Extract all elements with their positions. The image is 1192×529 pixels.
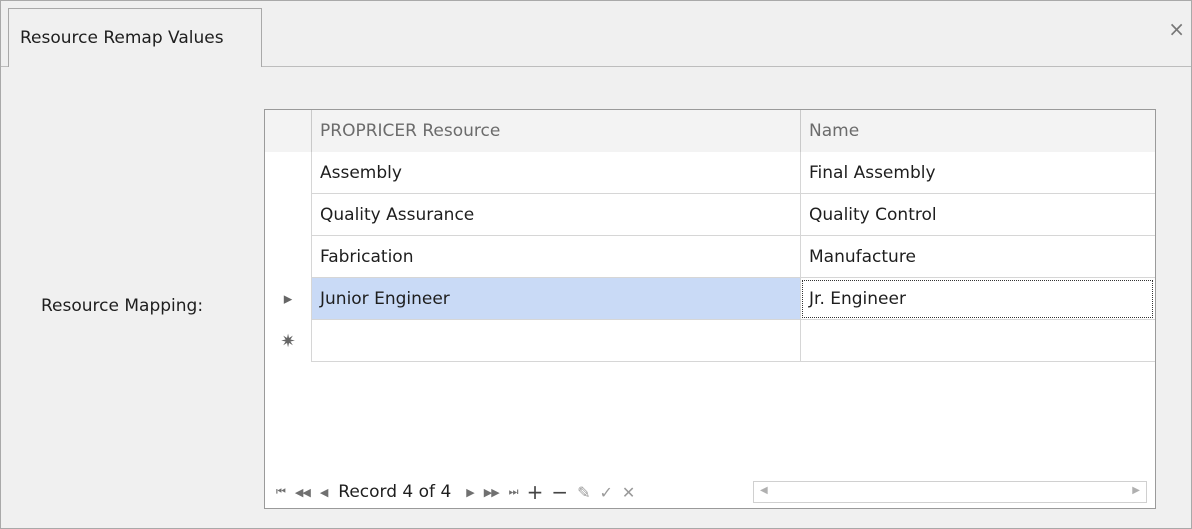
row-indicator [265,152,311,194]
tab-label: Resource Remap Values [20,28,224,48]
new-resource-cell[interactable] [311,320,800,362]
column-header-name[interactable]: Name [800,110,1155,152]
grid-header: PROPRICER Resource Name [265,110,1155,153]
table-row[interactable]: Assembly Final Assembly [265,152,1155,194]
prev-page-icon[interactable]: ◀◀ [290,486,315,499]
next-record-icon[interactable]: ▶ [461,486,478,499]
column-header-propricer-resource[interactable]: PROPRICER Resource [311,110,800,152]
new-row-star-icon: ✷ [265,320,311,362]
table-row[interactable]: Quality Assurance Quality Control [265,194,1155,236]
next-page-icon[interactable]: ▶▶ [479,486,504,499]
resource-remap-window: Resource Remap Values × Resource Mapping… [0,0,1192,529]
resource-cell[interactable]: Quality Assurance [311,194,800,236]
last-record-icon[interactable]: ⏭ [504,485,523,499]
name-cell[interactable]: Final Assembly [800,152,1155,194]
current-row-arrow-icon: ▸ [265,278,311,320]
first-record-icon[interactable]: ⏮ [271,485,290,499]
edit-pencil-icon[interactable]: ✎ [572,483,594,502]
horizontal-scrollbar[interactable]: ◀ ▶ [753,481,1147,503]
row-indicator [265,194,311,236]
table-row-current[interactable]: ▸ Junior Engineer Jr. Engineer [265,278,1155,320]
end-edit-check-icon[interactable]: ✓ [595,483,617,502]
new-item-row[interactable]: ✷ [265,320,1155,362]
table-row[interactable]: Fabrication Manufacture [265,236,1155,278]
prev-record-icon[interactable]: ◀ [315,486,332,499]
resource-mapping-label: Resource Mapping: [41,296,204,316]
resource-mapping-grid[interactable]: PROPRICER Resource Name Assembly Final A… [264,109,1156,509]
header-indicator-cell [265,110,311,152]
remove-icon[interactable]: − [547,480,572,504]
new-name-cell[interactable] [800,320,1155,362]
resource-cell[interactable]: Assembly [311,152,800,194]
tab-strip: Resource Remap Values × [1,1,1191,67]
resource-cell[interactable]: Fabrication [311,236,800,278]
data-navigator: ⏮ ◀◀ ◀ Record 4 of 4 ▶ ▶▶ ⏭ + − ✎ ✓ ✕ ◀ … [265,476,1155,508]
resource-cell[interactable]: Junior Engineer [311,278,800,320]
scroll-right-icon[interactable]: ▶ [1132,485,1140,496]
name-cell[interactable]: Quality Control [800,194,1155,236]
close-icon[interactable]: × [1168,19,1185,39]
name-cell[interactable]: Jr. Engineer [800,278,1155,320]
cancel-edit-x-icon[interactable]: ✕ [617,483,639,502]
append-icon[interactable]: + [523,480,548,504]
name-cell[interactable]: Manufacture [800,236,1155,278]
scroll-left-icon[interactable]: ◀ [760,485,768,496]
row-indicator [265,236,311,278]
content-panel: Resource Mapping: PROPRICER Resource Nam… [1,67,1191,528]
tab-resource-remap-values[interactable]: Resource Remap Values [8,8,262,67]
record-position-text: Record 4 of 4 [338,482,452,502]
